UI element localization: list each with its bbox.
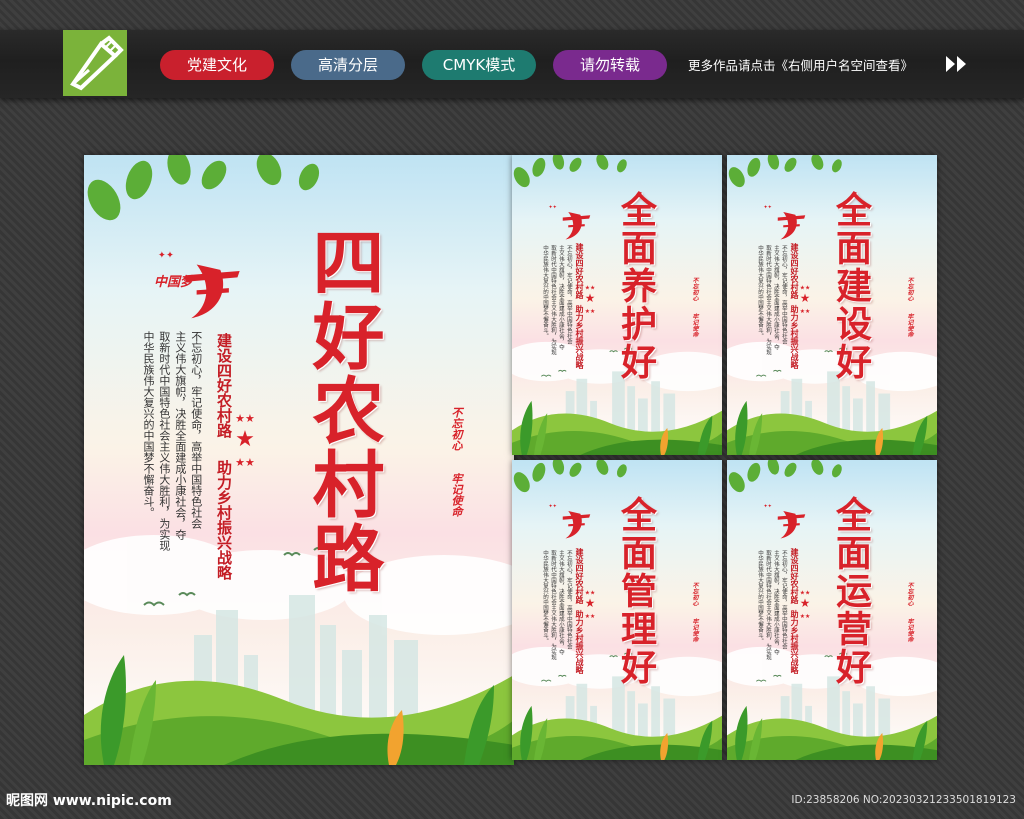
tag-cmyk-mode[interactable]: CMYK模式 [422,50,536,80]
top-banner: 党建文化 高清分层 CMYK模式 请勿转载 更多作品请点击《右侧用户名空间查看》 [0,0,1024,98]
body-line-2: 主义伟大旗帜，决胜全面建成小康社会，夺 [772,550,779,655]
tag-no-repost[interactable]: 请勿转载 [553,50,667,80]
image-id-text: ID:23858206 NO:20230321233501819123 [791,794,1016,806]
small-body-1: 不忘初心，牢记使命，高举中国特色社会 主义伟大旗帜，决胜全面建成小康社会，夺 取… [540,245,572,385]
main-title: 四好农村路 [300,225,385,595]
seal-text-1: 不忘初心 [906,582,913,606]
small-poster-2: 全面建设好 建设四好农村路 助力乡村振兴战略 不忘初心，牢记使命，高举中国特色社… [727,155,937,455]
china-dream-logo [546,500,596,544]
body-line-1: 不忘初心，牢记使命，高举中国特色社会 [565,245,572,344]
small-title-1: 全面养护好 [615,191,657,381]
body-line-3: 取新时代中国特色社会主义伟大胜利，为实现 [764,550,771,660]
china-dream-logo [761,500,811,544]
body-line-3: 取新时代中国特色社会主义伟大胜利，为实现 [764,245,771,355]
seal-text-2: 牢记使命 [450,473,463,517]
small-title-3: 全面管理好 [615,496,657,686]
body-line-3: 取新时代中国特色社会主义伟大胜利，为实现 [157,331,171,551]
seal-text-1: 不忘初心 [906,277,913,301]
body-line-4: 中华民族伟大复兴的中国梦不懈奋斗。 [756,550,763,644]
main-poster: 中国梦 四好农村路 建设四好农村路 助力乡村振兴战略 不忘初心，牢记使命，高举中… [84,155,514,765]
tag-hd-layers[interactable]: 高清分层 [291,50,405,80]
small-body-4: 不忘初心，牢记使命，高举中国特色社会 主义伟大旗帜，决胜全面建成小康社会，夺 取… [755,550,787,690]
more-works-link[interactable]: 更多作品请点击《右侧用户名空间查看》 [688,55,913,74]
small-body-3: 不忘初心，牢记使命，高举中国特色社会 主义伟大旗帜，决胜全面建成小康社会，夺 取… [540,550,572,690]
small-poster-3: 全面管理好 建设四好农村路 助力乡村振兴战略 不忘初心，牢记使命，高举中国特色社… [512,460,722,760]
body-line-3: 取新时代中国特色社会主义伟大胜利，为实现 [549,245,556,355]
seal-text-2: 牢记使命 [691,618,698,642]
stars-decoration [230,395,260,485]
china-dream-text: 中国梦 [154,275,194,290]
china-dream-logo [761,201,811,245]
small-title-4: 全面运营好 [830,496,872,686]
china-dream-logo: 中国梦 [152,243,252,329]
stars-decoration [582,582,598,626]
china-dream-logo [546,201,596,245]
site-watermark: 昵图网 www.nipic.com [6,793,172,809]
pen-nib-icon [70,35,124,91]
seal-text-1: 不忘初心 [691,582,698,606]
seal-text-1: 不忘初心 [450,407,463,451]
body-line-1: 不忘初心，牢记使命，高举中国特色社会 [780,245,787,344]
seal-text-1: 不忘初心 [691,277,698,301]
body-line-1: 不忘初心，牢记使命，高举中国特色社会 [189,331,203,529]
small-body-2: 不忘初心，牢记使命，高举中国特色社会 主义伟大旗帜，决胜全面建成小康社会，夺 取… [755,245,787,385]
body-line-4: 中华民族伟大复兴的中国梦不懈奋斗。 [541,550,548,644]
stars-decoration [582,277,598,321]
body-line-4: 中华民族伟大复兴的中国梦不懈奋斗。 [141,331,155,518]
body-line-1: 不忘初心，牢记使命，高举中国特色社会 [565,550,572,649]
body-line-2: 主义伟大旗帜，决胜全面建成小康社会，夺 [772,245,779,350]
body-line-3: 取新时代中国特色社会主义伟大胜利，为实现 [549,550,556,660]
body-line-2: 主义伟大旗帜，决胜全面建成小康社会，夺 [557,550,564,655]
seal-text-2: 牢记使命 [906,313,913,337]
small-title-2: 全面建设好 [830,191,872,381]
body-line-1: 不忘初心，牢记使命，高举中国特色社会 [780,550,787,649]
seal-text-2: 牢记使命 [906,618,913,642]
double-chevron-right-icon[interactable] [944,54,970,74]
small-poster-1: 全面养护好 建设四好农村路 助力乡村振兴战略 不忘初心，牢记使命，高举中国特色社… [512,155,722,455]
small-poster-4: 全面运营好 建设四好农村路 助力乡村振兴战略 不忘初心，牢记使命，高举中国特色社… [727,460,937,760]
body-line-4: 中华民族伟大复兴的中国梦不懈奋斗。 [756,245,763,339]
tag-party-culture[interactable]: 党建文化 [160,50,274,80]
main-body-text: 不忘初心，牢记使命，高举中国特色社会 主义伟大旗帜，决胜全面建成小康社会，夺 取… [140,331,204,591]
stars-decoration [797,582,813,626]
body-line-2: 主义伟大旗帜，决胜全面建成小康社会，夺 [557,245,564,350]
stars-decoration [797,277,813,321]
nipic-logo [63,30,127,96]
body-line-2: 主义伟大旗帜，决胜全面建成小康社会，夺 [173,331,187,540]
seal-text-2: 牢记使命 [691,313,698,337]
body-line-4: 中华民族伟大复兴的中国梦不懈奋斗。 [541,245,548,339]
